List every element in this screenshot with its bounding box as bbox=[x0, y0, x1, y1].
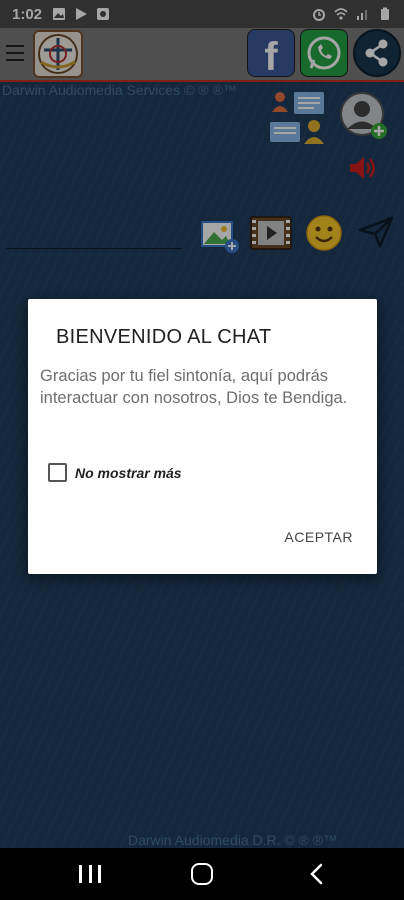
welcome-dialog: BIENVENIDO AL CHAT Gracias por tu fiel s… bbox=[28, 299, 377, 574]
dont-show-again-checkbox[interactable] bbox=[48, 463, 67, 482]
system-nav-bar bbox=[0, 848, 404, 900]
accept-button[interactable]: ACEPTAR bbox=[284, 529, 353, 545]
dialog-title: BIENVENIDO AL CHAT bbox=[56, 326, 272, 348]
recents-icon[interactable] bbox=[79, 865, 101, 883]
dont-show-again-row[interactable]: No mostrar más bbox=[48, 463, 182, 482]
dialog-message: Gracias por tu fiel sintonía, aquí podrá… bbox=[40, 367, 348, 407]
dont-show-again-label[interactable]: No mostrar más bbox=[75, 465, 182, 481]
home-icon[interactable] bbox=[191, 863, 213, 885]
back-icon[interactable] bbox=[307, 863, 327, 885]
